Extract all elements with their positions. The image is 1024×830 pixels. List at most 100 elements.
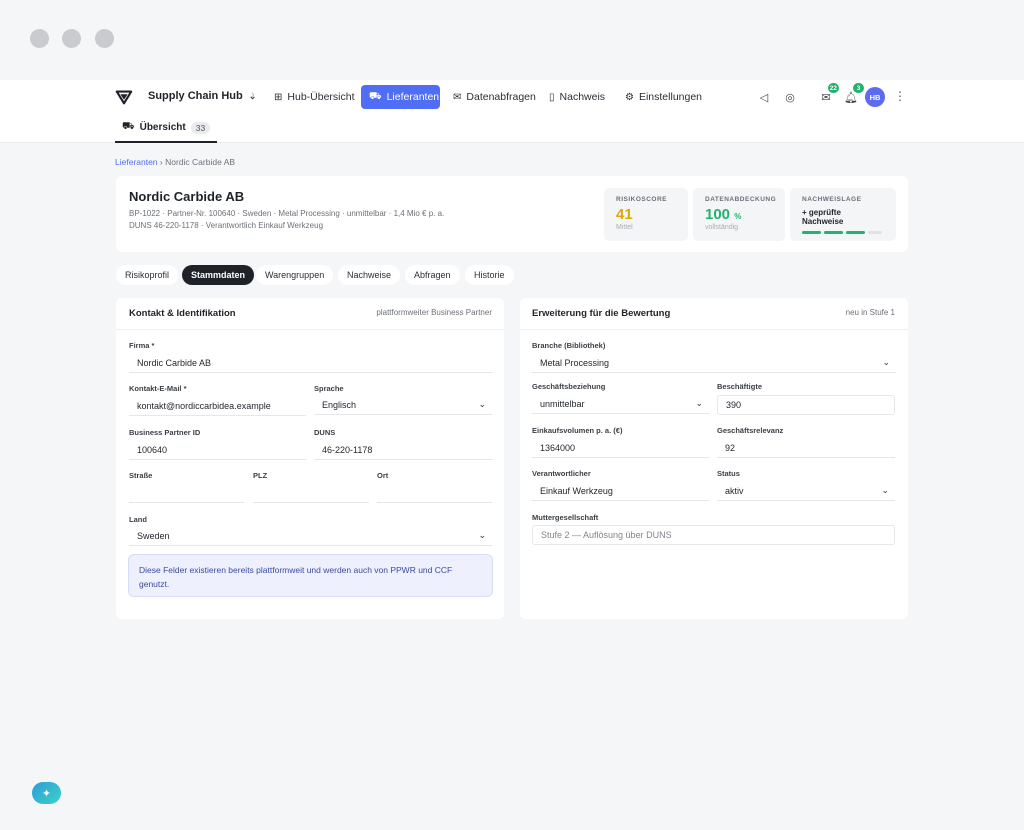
country-value: Sweden <box>137 530 170 541</box>
duns-field[interactable]: 46-220-1178 <box>314 440 492 460</box>
purchase-volume-label: Einkaufsvolumen p. a. (€) <box>532 426 623 435</box>
evidence-progress-bar <box>802 231 884 234</box>
more-options-icon[interactable]: ⋮ <box>894 89 906 103</box>
responsible-label: Verantwortlicher <box>532 469 591 478</box>
nav-item-label: Einstellungen <box>638 91 703 103</box>
purchase-volume-field[interactable]: 1364000 <box>532 438 709 458</box>
employees-label: Beschäftigte <box>717 382 763 391</box>
business-relevance-field[interactable]: 92 <box>717 438 895 458</box>
business-relevance-label: Geschäftsrelevanz <box>717 426 784 435</box>
duns-label: DUNS <box>314 428 336 437</box>
data-coverage-status: vollständig <box>705 224 739 231</box>
tab-risk-profile[interactable]: Risikoprofil <box>116 265 179 285</box>
brand-logo-icon[interactable] <box>115 88 133 106</box>
risk-score-level: Mittel <box>616 224 633 231</box>
tab-label: Übersicht <box>139 122 186 133</box>
divider <box>520 329 908 330</box>
supplier-meta-line-1: BP-1022 · Partner-Nr. 100640 · Sweden · … <box>129 209 445 218</box>
breadcrumb-link-suppliers[interactable]: Lieferanten <box>115 157 158 167</box>
nav-item-suppliers[interactable]: ⛟ Lieferanten <box>361 85 440 109</box>
workspace-switcher[interactable]: Supply Chain Hub ⌄ <box>148 90 256 102</box>
tab-evidence[interactable]: Nachweise <box>338 265 401 285</box>
zip-label: PLZ <box>253 471 268 480</box>
parent-company-label: Muttergesellschaft <box>532 513 599 522</box>
progress-segment <box>824 231 843 234</box>
data-coverage-unit: % <box>734 212 742 221</box>
nav-item-label: Datenabfragen <box>466 91 536 103</box>
nav-item-label: Nachweis <box>559 91 606 103</box>
parent-company-field[interactable]: Stufe 2 — Auflösung über DUNS <box>532 525 895 545</box>
city-field[interactable] <box>377 483 492 503</box>
page-title: Nordic Carbide AB <box>129 189 245 204</box>
window-minimize-button[interactable] <box>62 29 81 48</box>
nav-item-label: Lieferanten <box>386 91 440 103</box>
brand-name: Supply Chain Hub <box>148 90 243 102</box>
language-select[interactable]: Englisch ⌄ <box>314 395 492 415</box>
risk-score-value: 41 <box>616 206 633 223</box>
nav-item-data-requests[interactable]: ✉ Datenabfragen <box>445 85 544 109</box>
sparkle-icon: ✦ <box>41 787 52 800</box>
chevron-down-icon: ⌄ <box>478 530 486 540</box>
window-close-button[interactable] <box>30 29 49 48</box>
megaphone-icon: ◁ <box>759 91 769 104</box>
evidence-status-label: NACHWEISLAGE <box>802 196 862 203</box>
nav-item-hub-overview[interactable]: ⊞ Hub-Übersicht <box>266 85 363 109</box>
firma-field[interactable]: Nordic Carbide AB <box>129 353 492 373</box>
panel-note: neu in Stufe 1 <box>845 308 895 317</box>
chevron-down-icon: ⌄ <box>882 357 890 367</box>
info-note: Diese Felder existieren bereits plattfor… <box>128 554 493 597</box>
supplier-meta-line-2: DUNS 46-220-1178 · Verantwortlich Einkau… <box>129 221 324 230</box>
zip-field[interactable] <box>253 483 369 503</box>
window-titlebar <box>0 0 1024 80</box>
announcement-button[interactable]: ◁ <box>756 89 772 105</box>
industry-select[interactable]: Metal Processing ⌄ <box>532 353 896 373</box>
firma-label: Firma * <box>129 341 155 350</box>
panel-title: Erweiterung für die Bewertung <box>532 308 671 319</box>
mail-icon: ✉ <box>453 91 462 103</box>
user-avatar[interactable]: HB <box>865 87 885 107</box>
industry-label: Branche (Bibliothek) <box>532 341 606 350</box>
country-select[interactable]: Sweden ⌄ <box>129 526 492 546</box>
help-button[interactable]: ◎ <box>782 89 798 105</box>
tab-history[interactable]: Historie <box>465 265 514 285</box>
tab-requests[interactable]: Abfragen <box>405 265 460 285</box>
notifications-button[interactable]: 🔔︎ 3 <box>843 83 864 105</box>
tab-product-groups[interactable]: Warengruppen <box>256 265 334 285</box>
status-value: aktiv <box>725 485 744 496</box>
messages-badge: 22 <box>827 83 839 93</box>
street-field[interactable] <box>129 483 244 503</box>
progress-segment <box>802 231 821 234</box>
nav-item-evidence[interactable]: ▯ Nachweis <box>541 85 613 109</box>
risk-score-card: RISIKOSCORE 41 Mittel <box>604 188 688 241</box>
window-maximize-button[interactable] <box>95 29 114 48</box>
email-field[interactable]: kontakt@nordiccarbidea.example <box>129 396 306 416</box>
data-coverage-value: 100 <box>705 206 731 223</box>
target-icon: ◎ <box>785 91 795 104</box>
language-label: Sprache <box>314 384 344 393</box>
breadcrumb-separator-icon: › <box>251 89 255 101</box>
status-select[interactable]: aktiv ⌄ <box>717 481 895 501</box>
business-partner-id-field[interactable]: 100640 <box>129 440 306 460</box>
responsible-field[interactable]: Einkauf Werkzeug <box>532 481 709 501</box>
relationship-select[interactable]: unmittelbar ⌄ <box>532 394 709 414</box>
street-label: Straße <box>129 471 153 480</box>
employees-field[interactable]: 390 <box>717 395 895 415</box>
email-label: Kontakt-E-Mail * <box>129 384 187 393</box>
tab-overview[interactable]: ⛟ Übersicht 33 <box>115 114 218 143</box>
tab-master-data[interactable]: Stammdaten <box>182 265 255 285</box>
evidence-status-text: + geprüfte Nachweise <box>802 208 844 226</box>
grid-icon: ⊞ <box>274 91 283 103</box>
truck-icon: ⛟ <box>122 121 135 132</box>
industry-value: Metal Processing <box>540 357 610 368</box>
messages-button[interactable]: ✉ 22 <box>818 83 839 105</box>
divider <box>116 329 504 330</box>
progress-segment <box>868 231 882 234</box>
nav-item-settings[interactable]: ⚙ Einstellungen <box>617 85 710 109</box>
count-badge: 33 <box>190 121 211 134</box>
ai-assistant-button[interactable]: ✦ <box>32 782 61 804</box>
supplier-header-card: Nordic Carbide AB BP-1022 · Partner-Nr. … <box>116 176 908 252</box>
contact-identification-panel: Kontakt & Identifikation plattformweiter… <box>116 298 504 619</box>
relationship-value: unmittelbar <box>540 398 585 409</box>
country-label: Land <box>129 515 147 524</box>
nav-item-label: Hub-Übersicht <box>287 91 355 103</box>
